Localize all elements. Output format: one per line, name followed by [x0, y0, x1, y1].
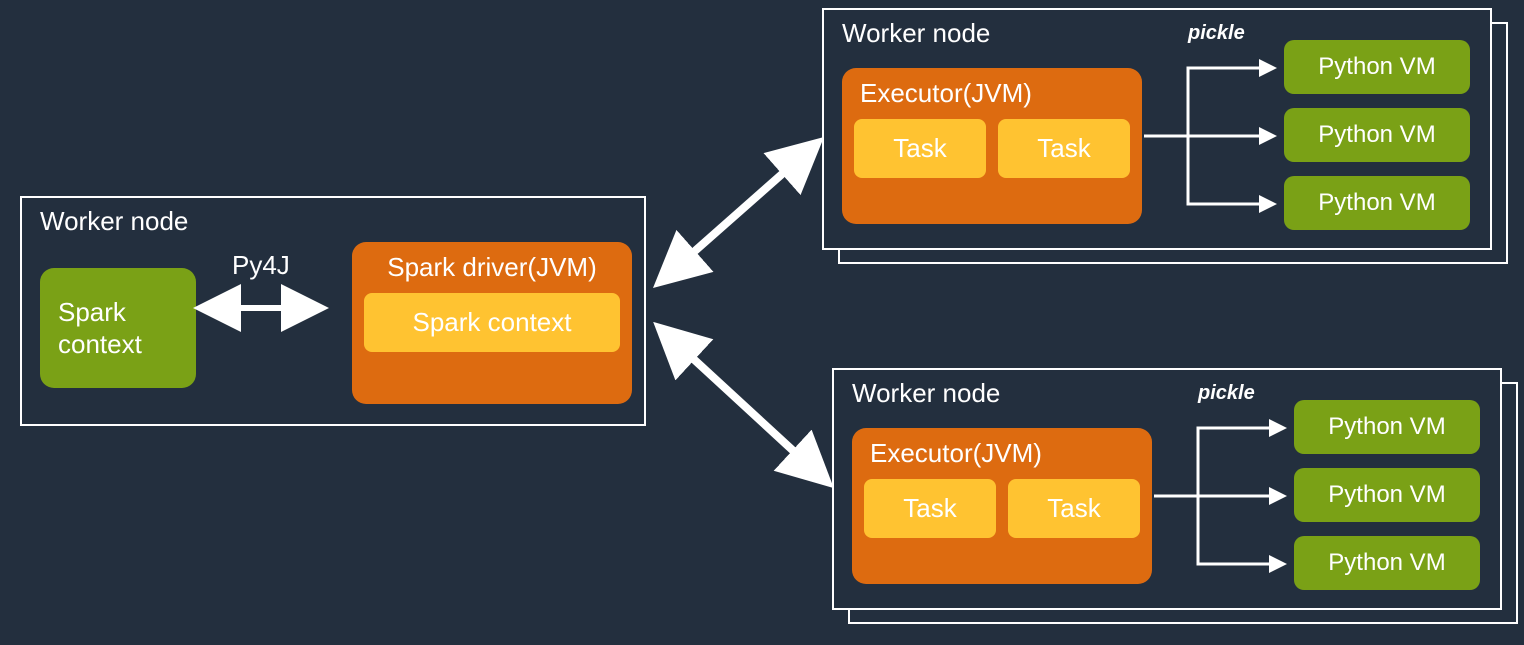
python-vm: Python VM	[1284, 108, 1470, 162]
spark-driver-jvm: Spark driver(JVM) Spark context	[352, 242, 632, 404]
spark-driver-title: Spark driver(JVM)	[364, 252, 620, 283]
spark-context-python: Spark context	[40, 268, 196, 388]
task-box: Task	[998, 119, 1130, 178]
task-box: Task	[1008, 479, 1140, 538]
fanout-arrows-bottom	[1154, 400, 1294, 590]
executor-jvm: Executor(JVM) Task Task	[842, 68, 1142, 224]
driver-to-workers-arrows	[640, 130, 850, 510]
worker-node-bottom: Worker node Executor(JVM) Task Task pick…	[832, 368, 1502, 610]
python-vm: Python VM	[1294, 400, 1480, 454]
spark-context-python-label: Spark context	[58, 296, 178, 361]
executor-title: Executor(JVM)	[870, 438, 1140, 469]
executor-jvm: Executor(JVM) Task Task	[852, 428, 1152, 584]
spark-context-jvm: Spark context	[364, 293, 620, 352]
worker-node-title: Worker node	[40, 206, 626, 237]
task-box: Task	[864, 479, 996, 538]
python-vm: Python VM	[1294, 468, 1480, 522]
py4j-arrow	[195, 299, 327, 317]
executor-title: Executor(JVM)	[860, 78, 1130, 109]
worker-node-top: Worker node Executor(JVM) Task Task pick…	[822, 8, 1492, 250]
task-box: Task	[854, 119, 986, 178]
python-vm: Python VM	[1284, 176, 1470, 230]
python-vm: Python VM	[1294, 536, 1480, 590]
python-vm: Python VM	[1284, 40, 1470, 94]
task-row: Task Task	[854, 119, 1130, 178]
task-row: Task Task	[864, 479, 1140, 538]
driver-worker-node: Worker node Spark context Py4J Spark dri…	[20, 196, 646, 426]
py4j-label: Py4J	[232, 250, 290, 281]
fanout-arrows-top	[1144, 40, 1284, 230]
